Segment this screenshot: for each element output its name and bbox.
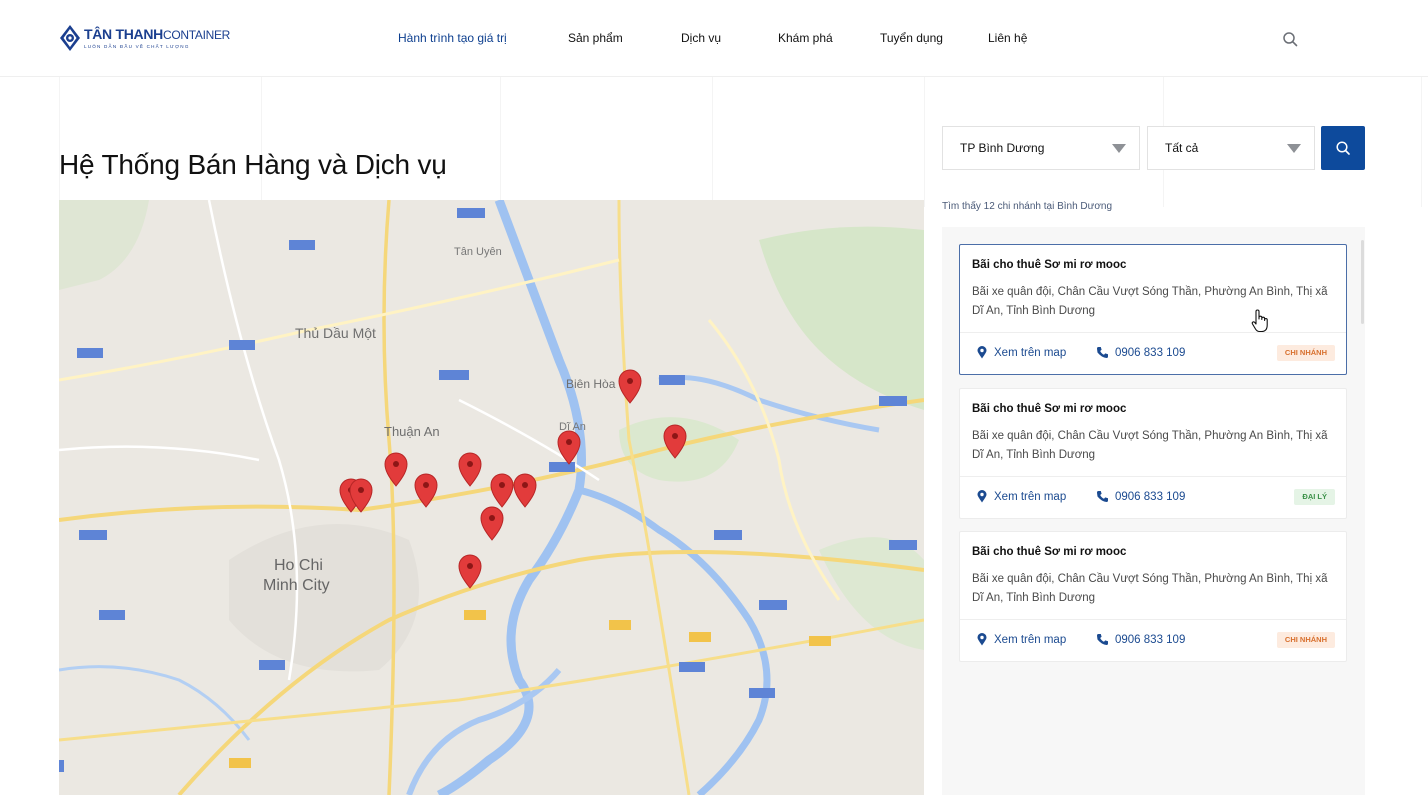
map-label-thuan-an: Thuận An (384, 424, 440, 439)
branch-badge: CHI NHÁNH (1276, 345, 1335, 361)
location-address: Bãi xe quân đội, Chân Cầu Vượt Sóng Thần… (972, 573, 1328, 604)
province-select[interactable]: TP Bình Dương (942, 126, 1140, 170)
location-card[interactable]: Bãi cho thuê Sơ mi rơ mooc Bãi xe quân đ… (959, 244, 1347, 375)
phone-icon (1097, 634, 1108, 645)
nav-item-products[interactable]: Sản phẩm (568, 31, 623, 45)
card-divider (960, 476, 1346, 477)
logo-brand-light: CONTAINER (162, 28, 231, 42)
phone-icon (1097, 347, 1108, 358)
map-pin-icon (977, 633, 987, 646)
location-card[interactable]: Bãi cho thuê Sơ mi rơ mooc Bãi xe quân đ… (959, 531, 1347, 662)
store-locator-map[interactable]: Thủ Dầu Một Thuận An Biên Hòa Tân Uyên D… (59, 200, 924, 795)
map-pin-icon (977, 346, 987, 359)
site-header: TÂN THANHCONTAINER LUÔN DẪN ĐẦU VỀ CHẤT … (0, 0, 1428, 77)
location-address: Bãi xe quân đội, Chân Cầu Vượt Sóng Thần… (972, 286, 1328, 317)
phone-number: 0906 833 109 (1115, 633, 1186, 646)
logo-brand-bold: TÂN THANH (84, 26, 163, 42)
phone-link[interactable]: 0906 833 109 (1096, 490, 1185, 503)
type-select[interactable]: Tất cả (1147, 126, 1315, 170)
phone-icon (1097, 491, 1108, 502)
view-on-map-link[interactable]: Xem trên map (977, 346, 1066, 359)
chevron-down-icon (1112, 144, 1126, 153)
view-on-map-link[interactable]: Xem trên map (977, 490, 1066, 503)
map-canvas[interactable]: Thủ Dầu Một Thuận An Biên Hòa Tân Uyên D… (59, 200, 924, 795)
nav-item-services[interactable]: Dịch vụ (681, 31, 721, 45)
nav-item-contact[interactable]: Liên hệ (988, 31, 1027, 45)
location-title: Bãi cho thuê Sơ mi rơ mooc (972, 259, 1127, 271)
view-on-map-label: Xem trên map (994, 346, 1067, 359)
agent-badge: ĐẠI LÝ (1294, 489, 1335, 505)
results-scrollbar[interactable] (1361, 240, 1364, 324)
nav-item-explore[interactable]: Khám phá (778, 31, 833, 45)
search-icon (1336, 141, 1350, 155)
map-label-bien-hoa: Biên Hòa (566, 377, 616, 391)
chevron-down-icon (1287, 144, 1301, 153)
view-on-map-label: Xem trên map (994, 490, 1067, 503)
location-address: Bãi xe quân đội, Chân Cầu Vượt Sóng Thần… (972, 430, 1328, 461)
nav-item-value-journey[interactable]: Hành trình tạo giá trị (398, 31, 507, 45)
search-icon[interactable] (1282, 31, 1298, 47)
location-title: Bãi cho thuê Sơ mi rơ mooc (972, 546, 1127, 558)
phone-number: 0906 833 109 (1115, 346, 1186, 359)
results-summary: Tìm thấy 12 chi nhánh tại Bình Dương (942, 201, 1113, 212)
map-label-tan-uyen: Tân Uyên (454, 246, 502, 258)
hand-cursor-icon (1251, 309, 1268, 333)
map-label-thu-dau-mot: Thủ Dầu Một (295, 325, 376, 341)
card-divider (960, 332, 1346, 333)
branch-badge: CHI NHÁNH (1276, 632, 1335, 648)
location-title: Bãi cho thuê Sơ mi rơ mooc (972, 403, 1127, 415)
logo-emblem-icon (60, 25, 80, 51)
brand-logo[interactable]: TÂN THANHCONTAINER LUÔN DẪN ĐẦU VỀ CHẤT … (59, 24, 230, 52)
filter-search-button[interactable] (1321, 126, 1365, 170)
phone-link[interactable]: 0906 833 109 (1096, 346, 1185, 359)
map-label-minh-city: Minh City (263, 577, 330, 594)
province-select-value: TP Bình Dương (960, 141, 1045, 155)
map-pin-icon (977, 490, 987, 503)
map-label-ho-chi: Ho Chi (274, 557, 323, 574)
card-divider (960, 619, 1346, 620)
view-on-map-label: Xem trên map (994, 633, 1067, 646)
phone-link[interactable]: 0906 833 109 (1096, 633, 1185, 646)
type-select-value: Tất cả (1165, 141, 1199, 155)
nav-item-careers[interactable]: Tuyển dụng (880, 31, 943, 45)
phone-number: 0906 833 109 (1115, 490, 1186, 503)
page-title: Hệ Thống Bán Hàng và Dịch vụ (59, 148, 447, 180)
location-card[interactable]: Bãi cho thuê Sơ mi rơ mooc Bãi xe quân đ… (959, 388, 1347, 519)
view-on-map-link[interactable]: Xem trên map (977, 633, 1066, 646)
logo-tagline: LUÔN DẪN ĐẦU VỀ CHẤT LƯỢNG (84, 44, 190, 49)
